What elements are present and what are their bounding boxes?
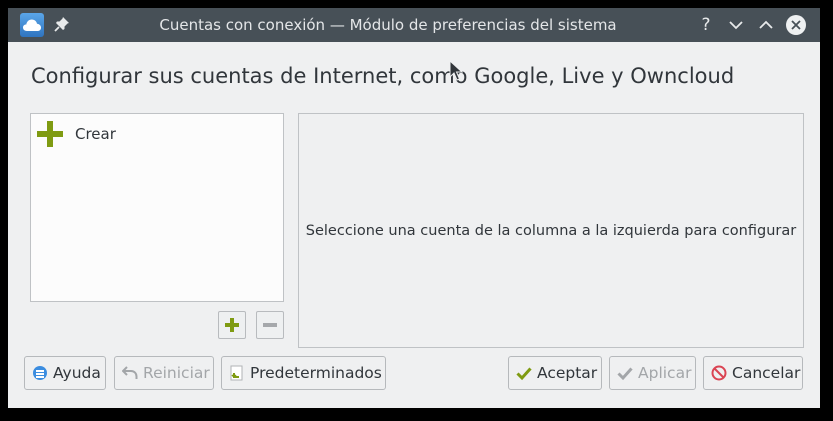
ok-button[interactable]: Aceptar [508,356,602,390]
page-heading: Configurar sus cuentas de Internet, como… [31,64,735,88]
help-icon [32,365,48,381]
window-title: Cuentas con conexión — Módulo de prefere… [159,16,617,34]
account-detail-panel: Seleccione una cuenta de la columna a la… [298,113,804,348]
check-icon [617,365,633,381]
cancel-icon [711,365,727,381]
list-item-label: Crear [75,125,116,143]
defaults-button-label: Predeterminados [250,364,382,382]
help-icon[interactable]: ? [696,15,716,35]
help-button[interactable]: Ayuda [24,356,106,390]
remove-account-button[interactable] [256,311,284,339]
reset-button[interactable]: Reiniciar [114,356,214,390]
apply-button[interactable]: Aplicar [609,356,696,390]
close-icon [786,15,806,35]
list-item-create[interactable]: Crear [35,119,116,149]
defaults-button[interactable]: Predeterminados [221,356,386,390]
add-account-button[interactable] [218,311,246,339]
cancel-button[interactable]: Cancelar [703,356,803,390]
minus-icon [263,323,277,327]
undo-icon [122,365,138,381]
cancel-button-label: Cancelar [732,364,801,382]
detail-message: Seleccione una cuenta de la columna a la… [305,222,797,239]
mouse-cursor-icon [449,59,464,82]
chevron-up-icon[interactable] [756,15,776,35]
pin-icon[interactable] [54,16,70,32]
accounts-list[interactable]: Crear [30,113,284,302]
help-button-label: Ayuda [53,364,101,382]
plus-icon [225,318,239,332]
reset-button-label: Reiniciar [143,364,210,382]
close-button[interactable] [786,15,806,35]
check-icon [516,365,532,381]
ok-button-label: Aceptar [537,364,598,382]
chevron-down-icon[interactable] [726,15,746,35]
plus-icon [35,119,65,149]
document-defaults-icon [229,365,245,381]
preferences-window: Cuentas con conexión — Módulo de prefere… [8,8,820,408]
titlebar[interactable]: Cuentas con conexión — Módulo de prefere… [8,8,820,42]
apply-button-label: Aplicar [638,364,692,382]
cloud-app-icon[interactable] [20,13,44,37]
